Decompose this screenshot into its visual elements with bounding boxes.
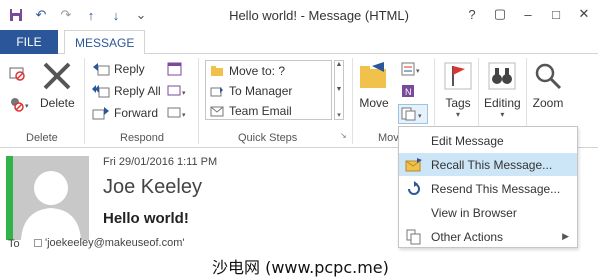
menu-item-recall-message[interactable]: Recall This Message... — [399, 153, 577, 176]
minimize-button[interactable]: – — [514, 0, 542, 28]
binoculars-icon — [488, 62, 516, 90]
tags-dropdown-icon: ▾ — [455, 110, 460, 119]
forward-button[interactable]: Forward — [92, 105, 158, 121]
im-icon: ▾ — [167, 85, 186, 97]
onenote-button[interactable]: N — [400, 83, 416, 99]
svg-text:▾: ▾ — [182, 90, 186, 97]
actions-button[interactable]: ▾ — [398, 104, 428, 124]
editing-label: Editing — [484, 96, 521, 110]
onenote-icon: N — [402, 85, 414, 97]
reply-all-label: Reply All — [114, 84, 161, 98]
resend-icon — [403, 180, 425, 197]
avatar[interactable] — [13, 156, 89, 240]
team-email-icon — [210, 106, 224, 117]
watermark: 沙电网 (www.pcpc.me) — [208, 254, 393, 278]
ignore-button[interactable] — [8, 64, 26, 82]
forward-label: Forward — [114, 106, 159, 120]
svg-text:N: N — [405, 87, 412, 97]
actions-icon — [403, 229, 425, 245]
quick-step-to-manager[interactable]: To Manager — [206, 81, 331, 101]
quick-step-team-email[interactable]: Team Email — [206, 101, 331, 121]
recall-envelope-icon — [403, 157, 425, 172]
move-button[interactable]: Move — [358, 60, 390, 110]
im-button[interactable]: ▾ — [166, 83, 188, 99]
svg-text:▾: ▾ — [418, 113, 422, 120]
ribbon-tabs: FILE MESSAGE — [0, 30, 598, 55]
reply-all-icon — [92, 85, 110, 98]
folder-icon — [211, 66, 223, 76]
sender-name[interactable]: Joe Keeley — [103, 176, 202, 199]
group-divider — [198, 58, 199, 144]
recipient-status-icon — [34, 239, 42, 247]
junk-button[interactable]: ▾ — [8, 96, 30, 112]
quick-step-move-to[interactable]: Move to: ? — [206, 61, 331, 81]
window-controls: ? ▢ – □ ✕ — [458, 0, 598, 28]
junk-icon: ▾ — [11, 98, 29, 112]
more-respond-button[interactable]: ▾ — [166, 105, 188, 121]
move-group-label: Mov — [378, 132, 399, 144]
meeting-button[interactable] — [166, 61, 184, 77]
to-recipient[interactable]: 'joekeeley@makeuseof.com' — [34, 237, 185, 249]
rules-icon: ▾ — [401, 62, 420, 76]
reply-label: Reply — [114, 62, 145, 76]
quick-steps-group-label: Quick Steps — [238, 132, 298, 144]
menu-item-view-in-browser[interactable]: View in Browser — [399, 201, 577, 224]
actions-icon: ▾ — [401, 107, 422, 121]
message-subject: Hello world! — [103, 210, 189, 227]
group-divider — [352, 58, 353, 144]
meeting-icon — [167, 62, 182, 76]
quick-steps-launcher[interactable]: ↘ — [340, 131, 347, 140]
editing-button[interactable]: Editing ▾ — [484, 60, 521, 119]
maximize-button[interactable]: □ — [542, 0, 570, 28]
menu-item-other-actions[interactable]: Other Actions ▶ — [399, 225, 577, 248]
svg-text:▾: ▾ — [416, 68, 420, 75]
editing-dropdown-icon: ▾ — [500, 110, 505, 119]
tags-button[interactable]: Tags ▾ — [442, 60, 474, 119]
presence-indicator — [6, 156, 13, 240]
more-respond-icon: ▾ — [167, 107, 186, 119]
actions-menu: Edit Message Recall This Message... Rese… — [398, 126, 578, 248]
reply-icon — [93, 63, 110, 76]
quick-steps-scroll[interactable]: ▲ ▼ ▾ — [334, 60, 344, 120]
title-bar: ↶ ↷ ↑ ↓ ⌄ Hello world! - Message (HTML) … — [0, 0, 598, 30]
close-button[interactable]: ✕ — [570, 0, 598, 28]
svg-text:▾: ▾ — [182, 112, 186, 119]
person-silhouette-icon — [21, 171, 81, 240]
ignore-icon — [9, 67, 25, 81]
reply-all-button[interactable]: Reply All — [92, 83, 161, 99]
move-label: Move — [359, 96, 389, 110]
respond-group-label: Respond — [120, 132, 165, 144]
forward-mail-icon — [210, 87, 223, 97]
delete-button[interactable]: Delete — [40, 60, 75, 110]
tags-label: Tags — [445, 96, 471, 110]
zoom-button[interactable]: Zoom — [532, 60, 564, 110]
group-divider — [84, 58, 85, 144]
menu-item-edit-message[interactable]: Edit Message — [399, 129, 577, 152]
help-button[interactable]: ? — [458, 0, 486, 28]
rules-button[interactable]: ▾ — [400, 61, 422, 77]
tab-message[interactable]: MESSAGE — [64, 30, 146, 55]
forward-icon — [92, 107, 109, 120]
quick-steps-gallery: Move to: ? To Manager Team Email — [205, 60, 332, 120]
reply-button[interactable]: Reply — [92, 61, 145, 77]
menu-item-resend-message[interactable]: Resend This Message... — [399, 177, 577, 200]
message-date: Fri 29/01/2016 1:11 PM — [103, 156, 218, 168]
move-folder-icon — [360, 62, 386, 88]
magnifier-icon — [535, 63, 562, 90]
flag-icon — [444, 62, 472, 90]
zoom-label: Zoom — [532, 96, 564, 110]
to-label: To — [8, 238, 20, 250]
delete-label: Delete — [40, 96, 75, 110]
ribbon-display-button[interactable]: ▢ — [486, 0, 514, 28]
tab-file[interactable]: FILE — [0, 30, 58, 54]
submenu-arrow-icon: ▶ — [562, 231, 569, 241]
svg-text:▾: ▾ — [25, 103, 29, 110]
delete-group-label: Delete — [26, 132, 58, 144]
delete-x-icon — [43, 62, 71, 90]
